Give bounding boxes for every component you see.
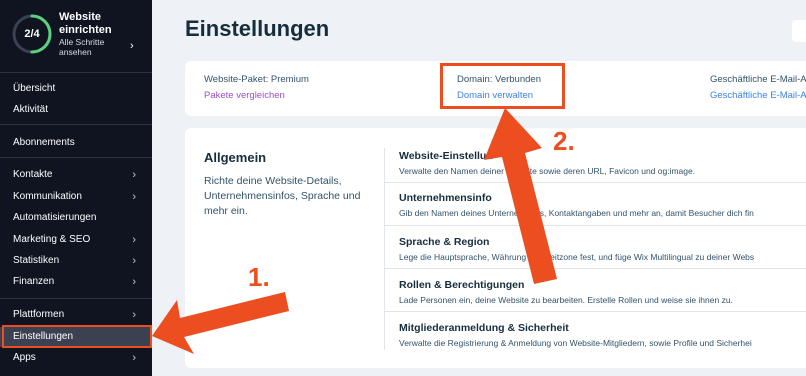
sidebar-item-marketing-seo[interactable]: Marketing & SEO ›	[0, 230, 152, 250]
divider	[0, 124, 152, 125]
divider	[0, 298, 152, 299]
row-description: Verwalte die Registrierung & Anmeldung v…	[399, 338, 752, 348]
sidebar-item-kommunikation[interactable]: Kommunikation ›	[0, 187, 152, 207]
general-settings-card: Allgemein Richte deine Website-Details, …	[185, 128, 806, 368]
annotation-highlight-domain	[440, 63, 565, 109]
main-content: Einstellungen Website-Paket: Premium Pak…	[152, 0, 806, 376]
settings-row-member-login-security[interactable]: Mitgliederanmeldung & Sicherheit Verwalt…	[385, 314, 806, 354]
sidebar-item-label: Finanzen	[13, 276, 55, 287]
sidebar-item-kontakte[interactable]: Kontakte ›	[0, 165, 152, 185]
row-title: Website-Einstellun	[399, 150, 493, 162]
divider	[0, 72, 152, 73]
progress-count: 2/4	[24, 28, 40, 40]
chevron-right-icon: ›	[132, 191, 136, 203]
section-description: Richte deine Website-Details, Unternehme…	[204, 175, 361, 217]
sidebar-item-einstellungen[interactable]: Einstellungen	[0, 327, 152, 347]
row-description: Lade Personen ein, deine Website zu bear…	[399, 295, 733, 305]
page-title: Einstellungen	[185, 16, 330, 41]
sidebar-item-label: Abonnements	[13, 137, 75, 148]
setup-progress-widget[interactable]: 2/4 Website einrichten Alle Schritte ans…	[10, 10, 150, 62]
sidebar-item-label: Aktivität	[13, 104, 49, 115]
sidebar-item-automatisierungen[interactable]: Automatisierungen	[0, 208, 152, 228]
divider	[385, 268, 806, 269]
annotation-step-1: 1.	[248, 262, 270, 292]
settings-row-company-info[interactable]: Unternehmensinfo Gib den Namen deines Un…	[385, 184, 806, 224]
compare-plans-link[interactable]: Pakete vergleichen	[204, 90, 285, 101]
business-email-link[interactable]: Geschäftliche E-Mail-A	[710, 90, 806, 101]
sidebar-item-aktivitaet[interactable]: Aktivität	[0, 100, 152, 120]
divider	[385, 182, 806, 183]
sidebar-item-abonnements[interactable]: Abonnements	[0, 133, 152, 153]
chevron-right-icon: ›	[132, 234, 136, 246]
row-title: Rollen & Berechtigungen	[399, 279, 525, 291]
sidebar-item-label: Statistiken	[13, 255, 60, 266]
row-title: Unternehmensinfo	[399, 192, 492, 204]
sidebar-item-plattformen[interactable]: Plattformen ›	[0, 305, 152, 325]
row-title: Mitgliederanmeldung & Sicherheit	[399, 322, 569, 334]
chevron-right-icon: ›	[132, 169, 136, 181]
row-title: Sprache & Region	[399, 236, 490, 248]
plan-label: Website-Paket: Premium	[204, 74, 309, 85]
sidebar-item-uebersicht[interactable]: Übersicht	[0, 79, 152, 99]
settings-row-language-region[interactable]: Sprache & Region Lege die Hauptsprache, …	[385, 228, 806, 268]
sidebar-item-label: Einstellungen	[13, 331, 74, 342]
sidebar-item-statistiken[interactable]: Statistiken ›	[0, 251, 152, 271]
sidebar-item-finanzen[interactable]: Finanzen ›	[0, 272, 152, 292]
settings-row-roles-permissions[interactable]: Rollen & Berechtigungen Lade Personen ei…	[385, 271, 806, 311]
annotation-step-2: 2.	[553, 126, 575, 156]
row-description: Lege die Hauptsprache, Währung und Zeitz…	[399, 252, 755, 262]
sidebar-item-label: Kommunikation	[13, 191, 82, 202]
setup-subtitle: Alle Schritte ansehen	[59, 37, 105, 57]
row-description: Gib den Namen deines Unternehmens, Konta…	[399, 208, 754, 218]
sidebar-item-label: Marketing & SEO	[13, 234, 91, 245]
sidebar-item-label: Apps	[13, 352, 36, 363]
chevron-right-icon: ›	[132, 255, 136, 267]
business-email-label: Geschäftliche E-Mail-A	[710, 74, 806, 85]
chevron-right-icon: ›	[132, 309, 136, 321]
row-description: Verwalte den Namen deiner Website sowie …	[399, 166, 696, 176]
divider	[385, 225, 806, 226]
sidebar-item-label: Plattformen	[13, 309, 65, 320]
section-title: Allgemein	[204, 150, 267, 165]
divider	[0, 157, 152, 158]
divider	[385, 311, 806, 312]
chevron-right-icon: ›	[132, 276, 136, 288]
settings-row-website[interactable]: Website-Einstellun Verwalte den Namen de…	[385, 142, 806, 182]
sidebar-item-label: Automatisierungen	[13, 212, 97, 223]
sidebar: 2/4 Website einrichten Alle Schritte ans…	[0, 0, 152, 376]
setup-title: Website einrichten	[59, 11, 112, 36]
chevron-right-icon: ›	[132, 352, 136, 364]
chevron-right-icon: ›	[130, 40, 134, 52]
toolbar-icon[interactable]	[792, 20, 806, 42]
sidebar-item-apps[interactable]: Apps ›	[0, 348, 152, 368]
sidebar-item-label: Kontakte	[13, 169, 53, 180]
sidebar-item-label: Übersicht	[13, 83, 56, 94]
